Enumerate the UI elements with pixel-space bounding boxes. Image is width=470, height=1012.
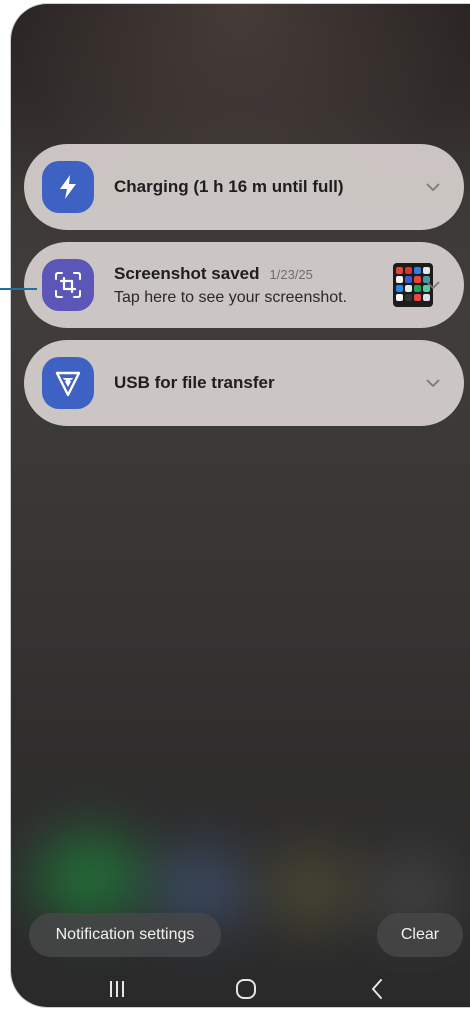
clear-button[interactable]: Clear xyxy=(377,913,463,957)
navigation-bar xyxy=(11,966,470,1012)
page: Charging (1 h 16 m until full) Screensho… xyxy=(0,0,470,1012)
notification-charging[interactable]: Charging (1 h 16 m until full) xyxy=(24,144,464,230)
callout-line xyxy=(0,288,37,290)
wallpaper-blur xyxy=(36,834,146,924)
notification-usb[interactable]: USB for file transfer xyxy=(24,340,464,426)
notification-screenshot-saved[interactable]: Screenshot saved 1/23/25 Tap here to see… xyxy=(24,242,464,328)
notification-body: Tap here to see your screenshot. xyxy=(114,288,348,306)
notification-time: 1/23/25 xyxy=(269,266,313,282)
notification-title: Screenshot saved xyxy=(114,263,260,283)
notification-title: USB for file transfer xyxy=(114,373,275,392)
chevron-down-icon[interactable] xyxy=(424,374,442,392)
notification-title: Charging (1 h 16 m until full) xyxy=(114,177,344,196)
notification-content: Screenshot saved 1/23/25 Tap here to see… xyxy=(114,264,347,307)
recent-apps-icon[interactable] xyxy=(93,972,141,1006)
chevron-down-icon[interactable] xyxy=(424,178,442,196)
notification-header: Screenshot saved 1/23/25 xyxy=(114,264,347,284)
notification-settings-button[interactable]: Notification settings xyxy=(29,913,221,957)
home-icon[interactable] xyxy=(222,972,270,1006)
screenshot-crop-icon xyxy=(42,259,94,311)
lightning-bolt-icon xyxy=(42,161,94,213)
back-icon[interactable] xyxy=(353,972,401,1006)
usb-shield-icon xyxy=(42,357,94,409)
chevron-down-icon[interactable] xyxy=(424,276,442,294)
wallpaper-blur xyxy=(266,849,356,929)
